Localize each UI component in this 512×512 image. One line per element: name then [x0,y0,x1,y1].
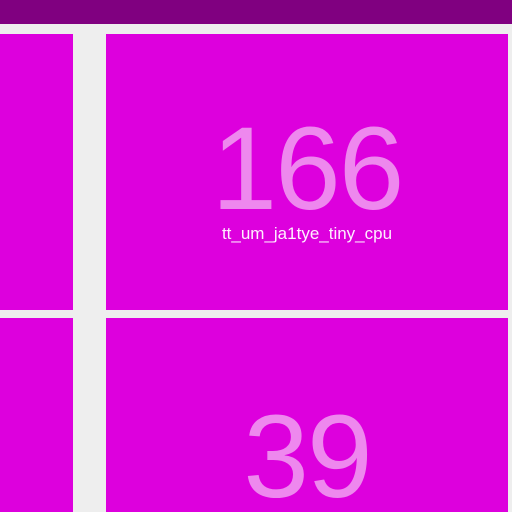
tile-project-2[interactable]: 39 [106,318,508,512]
tile-left-bottom[interactable] [0,318,73,512]
tile-label: tt_um_ja1tye_tiny_cpu [221,224,393,243]
tile-project-1[interactable]: 166 tt_um_ja1tye_tiny_cpu [106,34,508,310]
tile-value: 166 [211,103,405,235]
top-bar [0,0,512,24]
tile-value: 39 [243,391,372,512]
tile-left-top[interactable] [0,34,73,310]
